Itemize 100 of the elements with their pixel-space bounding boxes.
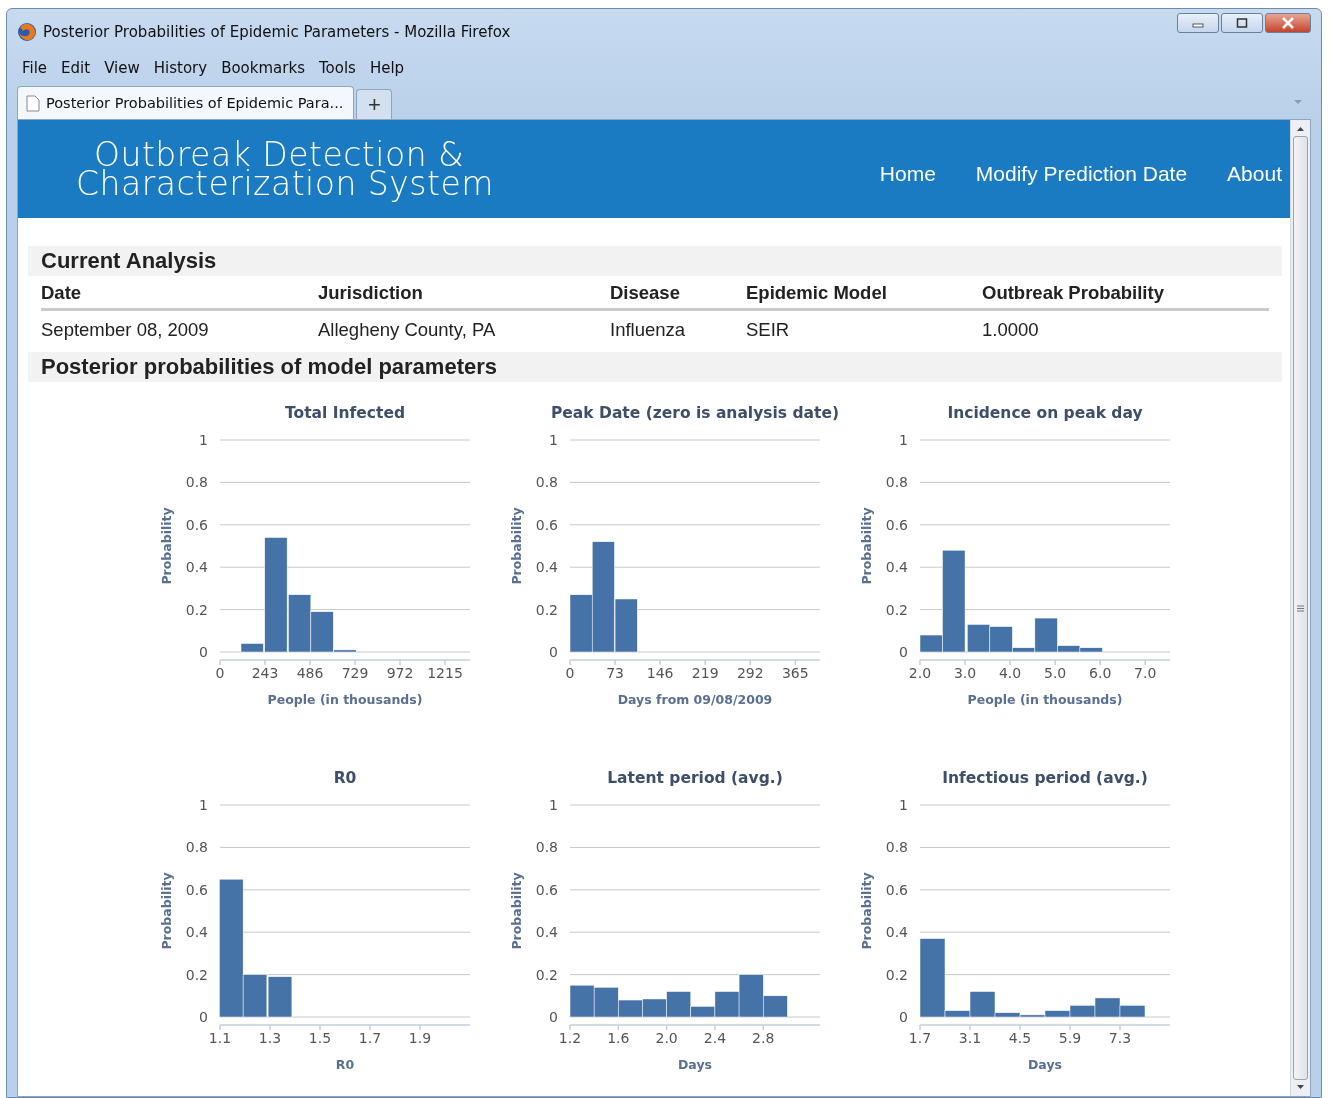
nav-link[interactable]: Home <box>879 162 936 186</box>
close-button[interactable] <box>1265 13 1311 33</box>
axis-tick-label: 0 <box>549 644 558 660</box>
axis-tick-label: 3.1 <box>958 1030 982 1046</box>
axis-tick-label: 2.8 <box>752 1030 775 1046</box>
axis-tick-label: 7.3 <box>1108 1030 1132 1046</box>
axis-tick-label: 1.5 <box>308 1030 332 1046</box>
scroll-down-arrow-icon[interactable] <box>1296 1084 1305 1090</box>
axis-tick-label: 0.2 <box>185 601 208 618</box>
axis-tick-label: 1.2 <box>558 1030 582 1046</box>
axis-tick-label: 0.4 <box>535 559 558 576</box>
axis-tick-label: 0.8 <box>535 474 558 491</box>
page-icon <box>26 94 40 112</box>
column-header: Disease <box>610 276 746 311</box>
axis-tick-label: 1 <box>899 797 908 813</box>
grip-icon <box>1297 604 1304 612</box>
axis-tick-label: 0 <box>565 665 575 681</box>
chart-title: Peak Date (zero is analysis date) <box>551 404 839 422</box>
chart-title: Incidence on peak day <box>947 404 1143 422</box>
axis-tick-label: 0 <box>215 665 225 681</box>
axis-title: Probability <box>509 872 524 950</box>
axis-title: People (in thousands) <box>267 692 423 707</box>
scroll-up-arrow-icon[interactable] <box>1296 126 1305 132</box>
axis-tick-label: 0.2 <box>885 601 908 618</box>
close-icon <box>1281 17 1295 29</box>
axis-tick-label: 0.4 <box>535 924 558 941</box>
browser-tab[interactable]: Posterior Probabilities of Epidemic Para... <box>17 86 355 119</box>
axis-tick-label: 1 <box>899 432 908 448</box>
histogram-bar <box>267 976 293 1018</box>
window-title: Posterior Probabilities of Epidemic Parameters - Mozilla Firefox <box>43 23 511 41</box>
axis-tick-label: 972 <box>386 665 414 681</box>
axis-title: Days from 09/08/2009 <box>617 692 773 707</box>
axis-tick-label: 1.6 <box>607 1030 630 1046</box>
axis-tick-label: 0 <box>899 644 908 660</box>
axis-tick-label: 0 <box>549 1009 558 1025</box>
axis-tick-label: 0.2 <box>535 601 558 618</box>
axis-tick-label: 3.0 <box>953 665 977 681</box>
axis-tick-label: 243 <box>251 665 279 681</box>
axis-tick-label: 1.9 <box>408 1030 432 1046</box>
menu-item[interactable]: Edit <box>56 57 96 79</box>
axis-tick-label: 0.2 <box>535 966 558 983</box>
axis-tick-label: 1 <box>549 432 558 448</box>
axis-tick-label: 0.6 <box>885 516 908 533</box>
chart-title: Total Infected <box>285 404 405 422</box>
axis-tick-label: 0.4 <box>885 924 908 941</box>
new-tab-button[interactable]: + <box>356 89 393 119</box>
axis-tick-label: 1.7 <box>908 1030 932 1046</box>
axis-tick-label: 0.4 <box>185 924 208 941</box>
axis-tick-label: 219 <box>691 665 719 681</box>
menu-item[interactable]: File <box>17 57 53 79</box>
table-cell-text: SEIR <box>746 318 791 342</box>
axis-tick-label: 365 <box>781 665 809 681</box>
menu-item[interactable]: Tools <box>313 57 361 79</box>
axis-title: Days <box>1028 1057 1062 1072</box>
axis-tick-label: 1 <box>549 797 558 813</box>
axis-tick-label: 0.6 <box>535 516 558 533</box>
scrollbar[interactable] <box>1290 120 1310 1096</box>
axis-tick-label: 73 <box>606 665 624 681</box>
column-header: Date <box>41 276 318 311</box>
axis-tick-label: 0.6 <box>185 881 208 898</box>
axis-tick-label: 0 <box>199 644 208 660</box>
axis-tick-label: 4.5 <box>1008 1030 1032 1046</box>
chart-title: Latent period (avg.) <box>607 769 783 787</box>
maximize-icon <box>1236 18 1248 28</box>
nav-link[interactable]: About <box>1227 162 1282 186</box>
axis-tick-label: 1.3 <box>258 1030 282 1046</box>
maximize-button[interactable] <box>1221 13 1263 33</box>
menu-item[interactable]: Bookmarks <box>216 57 310 79</box>
table-cell-text: Allegheny County, PA <box>318 318 497 342</box>
nav-link[interactable]: Modify Prediction Date <box>975 162 1188 186</box>
section-heading: Current Analysis <box>28 246 1282 276</box>
axis-tick-label: 0.2 <box>885 966 908 983</box>
chart-title: R0 <box>333 769 357 787</box>
menu-item[interactable]: View <box>99 57 145 79</box>
axis-title: Probability <box>859 872 874 950</box>
axis-title: R0 <box>335 1057 355 1072</box>
menu-item[interactable]: History <box>148 57 213 79</box>
axis-tick-label: 486 <box>296 665 324 681</box>
axis-tick-label: 1 <box>199 797 208 813</box>
histogram-bar <box>569 984 595 1018</box>
axis-tick-label: 0.8 <box>535 839 558 856</box>
scrollbar-thumb[interactable] <box>1293 136 1308 1080</box>
axis-title: Days <box>678 1057 712 1072</box>
axis-tick-label: 0.6 <box>185 516 208 533</box>
axis-title: Probability <box>159 872 174 950</box>
axis-tick-label: 0.6 <box>535 881 558 898</box>
column-header: Epidemic Model <box>746 276 982 311</box>
axis-tick-label: 0.8 <box>185 839 208 856</box>
chart-title: Infectious period (avg.) <box>942 769 1148 787</box>
axis-tick-label: 1.1 <box>208 1030 232 1046</box>
menu-item[interactable]: Help <box>364 57 410 79</box>
axis-tick-label: 0.8 <box>885 474 908 491</box>
axis-tick-label: 1 <box>199 432 208 448</box>
minimize-button[interactable] <box>1177 13 1219 33</box>
axis-tick-label: 729 <box>341 665 369 681</box>
column-header: Jurisdiction <box>318 276 610 311</box>
axis-tick-label: 2.0 <box>908 665 932 681</box>
axis-title: People (in thousands) <box>967 692 1123 707</box>
table-cell-text: 1.0000 <box>982 318 1040 342</box>
axis-tick-label: 0.6 <box>885 881 908 898</box>
